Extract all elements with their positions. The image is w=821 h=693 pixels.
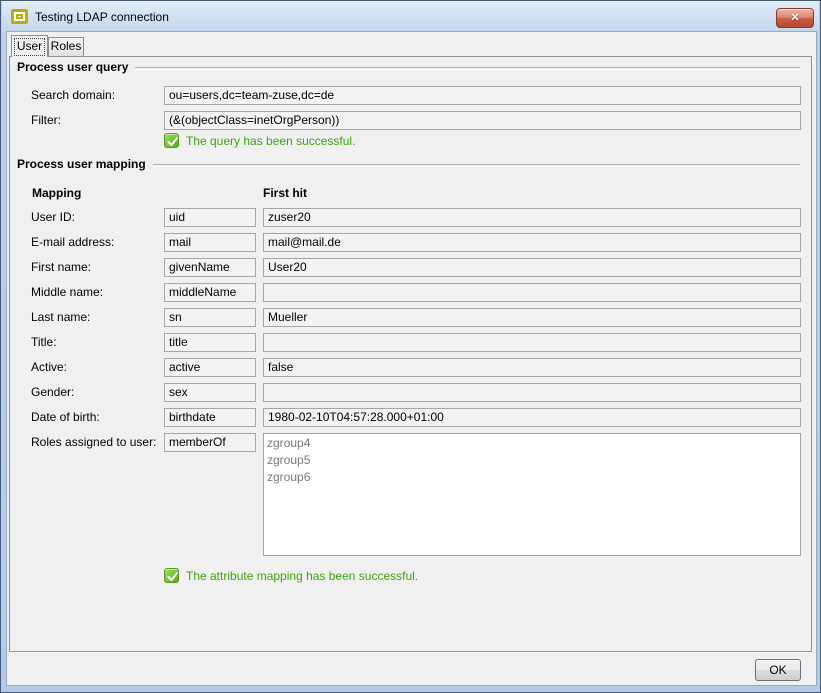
query-status-row: The query has been successful. bbox=[10, 133, 811, 149]
mapping-attribute-field[interactable]: active bbox=[164, 358, 256, 377]
mapping-row: Active: active false bbox=[10, 358, 811, 377]
row-label: Search domain: bbox=[31, 86, 115, 105]
role-list-item[interactable]: zgroup6 bbox=[267, 469, 797, 486]
mapping-attribute-field[interactable]: sn bbox=[164, 308, 256, 327]
window-icon bbox=[11, 9, 28, 24]
group-separator-line bbox=[153, 164, 800, 167]
mapping-attribute-field[interactable]: uid bbox=[164, 208, 256, 227]
first-hit-field[interactable] bbox=[263, 383, 801, 402]
row-label: E-mail address: bbox=[31, 233, 114, 252]
mapping-attribute-field[interactable]: sex bbox=[164, 383, 256, 402]
row-label: Filter: bbox=[31, 111, 61, 130]
mapping-row: E-mail address: mail mail@mail.de bbox=[10, 233, 811, 252]
group-title-mapping: Process user mapping bbox=[17, 157, 153, 171]
tab-roles-label: Roles bbox=[51, 39, 82, 53]
user-tab-panel: Process user query Search domain: ou=user… bbox=[9, 56, 812, 652]
mapping-row: First name: givenName User20 bbox=[10, 258, 811, 277]
mapping-attribute-field[interactable]: memberOf bbox=[164, 433, 256, 452]
first-hit-field[interactable]: false bbox=[263, 358, 801, 377]
row-label: Active: bbox=[31, 358, 67, 377]
dialog-window: Testing LDAP connection ✕ User Roles Pro… bbox=[0, 0, 821, 693]
first-hit-field[interactable] bbox=[263, 333, 801, 352]
column-header-first-hit: First hit bbox=[263, 186, 307, 201]
ok-button[interactable]: OK bbox=[755, 659, 801, 681]
group-title-query: Process user query bbox=[17, 60, 135, 74]
first-hit-field[interactable]: mail@mail.de bbox=[263, 233, 801, 252]
row-label: Title: bbox=[31, 333, 57, 352]
roles-listbox[interactable]: zgroup4zgroup5zgroup6 bbox=[263, 433, 801, 556]
window-title: Testing LDAP connection bbox=[35, 10, 169, 24]
mapping-row: Gender: sex bbox=[10, 383, 811, 402]
mapping-attribute-field[interactable]: title bbox=[164, 333, 256, 352]
first-hit-field[interactable]: Mueller bbox=[263, 308, 801, 327]
row-label: First name: bbox=[31, 258, 91, 277]
query-status-text: The query has been successful. bbox=[186, 134, 355, 149]
mapping-attribute-field[interactable]: birthdate bbox=[164, 408, 256, 427]
query-row: Filter: (&(objectClass=inetOrgPerson)) bbox=[10, 111, 811, 130]
first-hit-field[interactable] bbox=[263, 283, 801, 302]
group-header-mapping: Process user mapping bbox=[17, 157, 800, 171]
mapping-status-text: The attribute mapping has been successfu… bbox=[186, 569, 418, 584]
tab-focus-outline bbox=[14, 38, 45, 56]
role-list-item[interactable]: zgroup5 bbox=[267, 452, 797, 469]
row-label: Roles assigned to user: bbox=[31, 433, 156, 452]
first-hit-field[interactable]: zuser20 bbox=[263, 208, 801, 227]
tab-roles[interactable]: Roles bbox=[48, 37, 84, 56]
success-check-icon bbox=[164, 568, 179, 583]
title-bar[interactable]: Testing LDAP connection ✕ bbox=[2, 1, 819, 32]
mapping-attribute-field[interactable]: mail bbox=[164, 233, 256, 252]
mapping-attribute-field[interactable]: givenName bbox=[164, 258, 256, 277]
query-value-field[interactable]: (&(objectClass=inetOrgPerson)) bbox=[164, 111, 801, 130]
button-bar: OK bbox=[7, 653, 816, 685]
mapping-row: Last name: sn Mueller bbox=[10, 308, 811, 327]
row-label: Gender: bbox=[31, 383, 74, 402]
group-header-query: Process user query bbox=[17, 60, 800, 74]
query-row: Search domain: ou=users,dc=team-zuse,dc=d… bbox=[10, 86, 811, 105]
close-button[interactable]: ✕ bbox=[776, 8, 814, 28]
tab-user[interactable]: User bbox=[11, 35, 48, 57]
role-list-item[interactable]: zgroup4 bbox=[267, 435, 797, 452]
success-check-icon bbox=[164, 133, 179, 148]
mapping-attribute-field[interactable]: middleName bbox=[164, 283, 256, 302]
mapping-row: Date of birth: birthdate 1980-02-10T04:57:… bbox=[10, 408, 811, 427]
row-label: Last name: bbox=[31, 308, 90, 327]
row-label: Date of birth: bbox=[31, 408, 100, 427]
query-value-field[interactable]: ou=users,dc=team-zuse,dc=de bbox=[164, 86, 801, 105]
mapping-status-row: The attribute mapping has been successfu… bbox=[10, 568, 811, 584]
row-label: User ID: bbox=[31, 208, 75, 227]
first-hit-field[interactable]: User20 bbox=[263, 258, 801, 277]
first-hit-field[interactable]: 1980-02-10T04:57:28.000+01:00 bbox=[263, 408, 801, 427]
row-label: Middle name: bbox=[31, 283, 103, 302]
dialog-client-area: User Roles Process user query Search dom… bbox=[7, 32, 816, 685]
column-header-mapping: Mapping bbox=[32, 186, 81, 201]
mapping-row: Title: title bbox=[10, 333, 811, 352]
group-separator-line bbox=[135, 67, 800, 70]
mapping-row: Middle name: middleName bbox=[10, 283, 811, 302]
mapping-row: User ID: uid zuser20 bbox=[10, 208, 811, 227]
